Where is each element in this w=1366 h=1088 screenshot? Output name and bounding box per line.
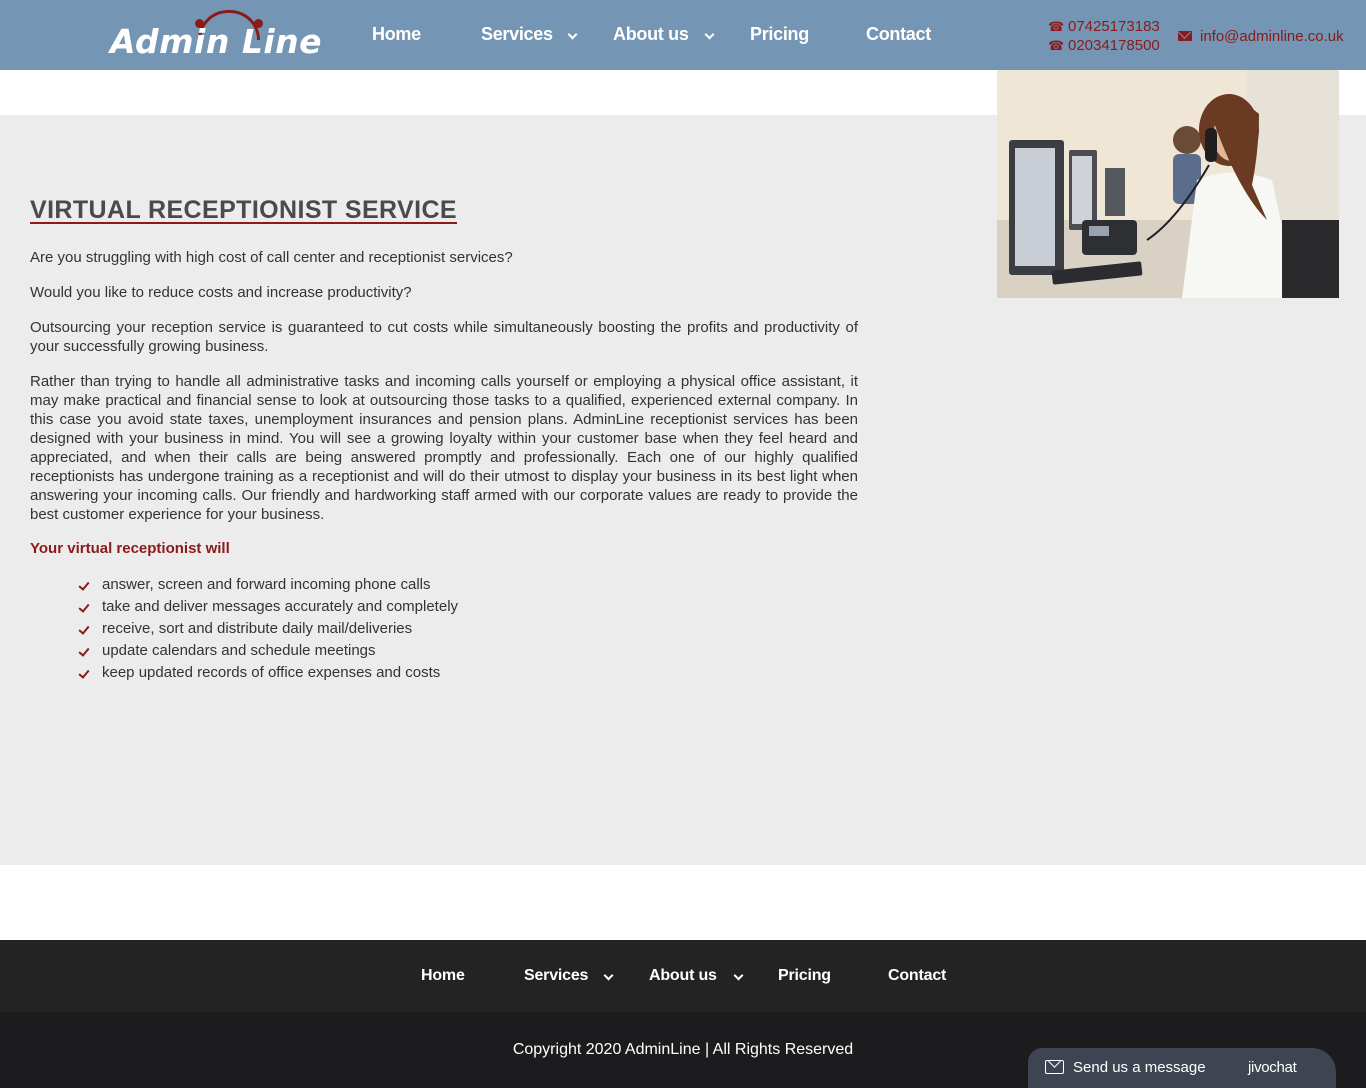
envelope-icon — [1045, 1060, 1064, 1074]
list-item: update calendars and schedule meetings — [78, 640, 458, 662]
chevron-down-icon[interactable] — [567, 29, 578, 40]
site-header: Admin Line Home Services About us Pricin… — [0, 0, 1366, 70]
logo-text: Admin Line — [110, 22, 323, 61]
phone-icon: ☎ — [1048, 19, 1065, 34]
nav-pricing[interactable]: Pricing — [750, 24, 809, 45]
chevron-down-icon[interactable] — [704, 29, 715, 40]
list-item: keep updated records of office expenses … — [78, 662, 458, 684]
list-item: answer, screen and forward incoming phon… — [78, 574, 458, 596]
footer-nav-about-us[interactable]: About us — [649, 967, 717, 985]
nav-home[interactable]: Home — [372, 24, 421, 45]
chevron-down-icon[interactable] — [603, 970, 614, 981]
receptionist-photo — [997, 70, 1339, 298]
intro-question-1: Are you struggling with high cost of cal… — [30, 249, 513, 266]
page-title: VIRTUAL RECEPTIONIST SERVICE — [30, 196, 458, 224]
check-icon — [78, 579, 90, 591]
chat-widget-button[interactable]: Send us a message jivochat — [1028, 1048, 1336, 1088]
phone-line-1[interactable]: ☎ 07425173183 — [1048, 18, 1160, 35]
check-icon — [78, 601, 90, 613]
footer-nav-contact[interactable]: Contact — [888, 967, 946, 985]
footer-nav-services[interactable]: Services — [524, 967, 588, 985]
email-link[interactable]: info@adminline.co.uk — [1178, 28, 1344, 45]
list-item-text: keep updated records of office expenses … — [102, 664, 441, 681]
nav-contact[interactable]: Contact — [866, 24, 931, 45]
description-paragraph: Rather than trying to handle all adminis… — [30, 373, 858, 523]
chat-label: Send us a message — [1073, 1059, 1206, 1076]
list-item: take and deliver messages accurately and… — [78, 596, 459, 618]
phone-number-1: 07425173183 — [1068, 18, 1160, 35]
check-icon — [78, 645, 90, 657]
list-item-text: receive, sort and distribute daily mail/… — [102, 620, 413, 637]
list-item: receive, sort and distribute daily mail/… — [78, 618, 458, 640]
list-heading: Your virtual receptionist will — [30, 540, 230, 557]
check-icon — [78, 623, 90, 635]
footer-nav-pricing[interactable]: Pricing — [778, 967, 831, 985]
footer-nav: Home Services About us Pricing Contact — [0, 940, 1366, 1012]
receptionist-illustration — [997, 70, 1339, 298]
envelope-icon — [1178, 31, 1192, 41]
chevron-down-icon[interactable] — [733, 970, 744, 981]
services-list: answer, screen and forward incoming phon… — [78, 574, 459, 684]
nav-services[interactable]: Services — [481, 24, 553, 45]
footer-nav-home[interactable]: Home — [421, 967, 465, 985]
chat-brand: jivochat — [1248, 1059, 1297, 1076]
list-item-text: answer, screen and forward incoming phon… — [102, 576, 431, 593]
adminline-logo[interactable]: Admin Line — [110, 8, 322, 64]
check-icon — [78, 667, 90, 679]
phone-number-2: 02034178500 — [1068, 37, 1160, 54]
phone-icon: ☎ — [1048, 38, 1065, 53]
main-content: VIRTUAL RECEPTIONIST SERVICE Are you str… — [30, 196, 858, 681]
list-item-text: update calendars and schedule meetings — [102, 642, 376, 659]
intro-question-2: Would you like to reduce costs and incre… — [30, 284, 412, 301]
email-address: info@adminline.co.uk — [1200, 28, 1344, 45]
nav-about-us[interactable]: About us — [613, 24, 689, 45]
outsourcing-paragraph: Outsourcing your reception service is gu… — [30, 319, 858, 355]
list-item-text: take and deliver messages accurately and… — [102, 598, 459, 615]
phone-line-2[interactable]: ☎ 02034178500 — [1048, 37, 1160, 54]
